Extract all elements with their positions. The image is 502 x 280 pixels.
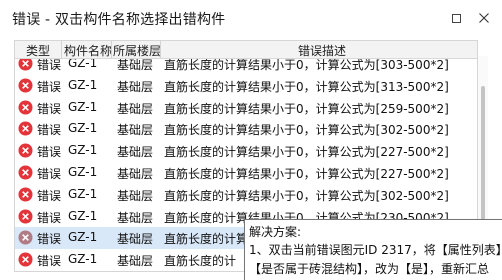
tooltip-line: 【是否属于砖混结构】，改为【是】，重新汇总 bbox=[249, 262, 490, 276]
maximize-button[interactable] bbox=[446, 8, 466, 28]
cell-floor: 基础层 bbox=[117, 145, 154, 160]
table-row[interactable]: 错误 GZ-1 基础层 直筋长度的计算结果小于0，计算公式为[227-500*2] bbox=[15, 162, 477, 184]
error-x-circle-icon bbox=[18, 252, 33, 267]
cell-component-name[interactable]: GZ-1 bbox=[68, 100, 97, 114]
cell-type: 错误 bbox=[37, 166, 62, 181]
title-bar: 错误 - 双击构件名称选择出错构件 bbox=[0, 0, 502, 36]
error-x-circle-icon bbox=[18, 121, 33, 136]
cell-description: 直筋长度的计算结果小于0，计算公式为[302-500*2] bbox=[164, 123, 449, 138]
column-header-description[interactable]: 错误描述 bbox=[298, 42, 346, 59]
cell-floor: 基础层 bbox=[117, 123, 154, 138]
cell-description: 直筋长度的计算结果小于0，计算公式为[227-500*2] bbox=[164, 145, 449, 160]
cell-floor: 基础层 bbox=[117, 79, 154, 94]
maximize-icon bbox=[451, 13, 461, 23]
cell-type: 错误 bbox=[37, 123, 62, 138]
cell-floor: 基础层 bbox=[117, 188, 154, 203]
cell-floor: 基础层 bbox=[117, 101, 154, 116]
cell-description: 直筋长度的计算结果小于0，计算公式为[302-500*2] bbox=[164, 188, 449, 203]
error-x-circle-icon bbox=[18, 143, 33, 158]
cell-description: 直筋长度的计算结果小于0，计算公式为[259-500*2] bbox=[164, 101, 449, 116]
column-divider[interactable] bbox=[111, 41, 112, 58]
column-divider[interactable] bbox=[61, 41, 62, 58]
error-x-circle-icon bbox=[18, 187, 33, 202]
cell-component-name[interactable]: GZ-1 bbox=[68, 121, 97, 135]
cell-type: 错误 bbox=[37, 79, 62, 94]
cell-floor: 基础层 bbox=[117, 254, 154, 269]
list-header: 类型 构件名称 所属楼层 错误描述 bbox=[15, 41, 477, 59]
column-header-type[interactable]: 类型 bbox=[26, 42, 50, 59]
column-header-name[interactable]: 构件名称 bbox=[64, 42, 112, 59]
table-row[interactable]: 错误 GZ-1 基础层 直筋长度的计算结果小于0，计算公式为[313-500*2] bbox=[15, 75, 477, 97]
cell-type: 错误 bbox=[37, 210, 62, 225]
table-row[interactable]: 错误 GZ-1 基础层 直筋长度的计算结果小于0，计算公式为[302-500*2] bbox=[15, 184, 477, 206]
cell-component-name[interactable]: GZ-1 bbox=[68, 230, 97, 244]
cell-component-name[interactable]: GZ-1 bbox=[68, 252, 97, 266]
cell-component-name[interactable]: GZ-1 bbox=[68, 209, 97, 223]
column-header-floor[interactable]: 所属楼层 bbox=[113, 42, 161, 59]
cell-type: 错误 bbox=[37, 101, 62, 116]
cell-component-name[interactable]: GZ-1 bbox=[68, 143, 97, 157]
close-icon bbox=[479, 13, 489, 23]
table-row[interactable]: 错误 GZ-1 基础层 直筋长度的计算结果小于0，计算公式为[259-500*2] bbox=[15, 97, 477, 119]
column-divider[interactable] bbox=[160, 41, 161, 58]
cell-component-name[interactable]: GZ-1 bbox=[68, 78, 97, 92]
cell-description: 直筋长度的计 bbox=[164, 254, 237, 269]
error-x-circle-icon bbox=[18, 209, 33, 224]
cell-type: 错误 bbox=[37, 232, 62, 247]
cell-floor: 基础层 bbox=[117, 166, 154, 181]
tooltip-title: 解决方案: bbox=[249, 225, 302, 239]
cell-component-name[interactable]: GZ-1 bbox=[68, 187, 97, 201]
cell-type: 错误 bbox=[37, 145, 62, 160]
scrollbar-thumb[interactable] bbox=[481, 86, 485, 236]
table-row[interactable]: 错误 GZ-1 基础层 直筋长度的计算结果小于0，计算公式为[227-500*2] bbox=[15, 140, 477, 162]
tooltip-line: 1、双击当前错误图元ID 2317，将【属性列表】 bbox=[249, 243, 502, 257]
cell-type: 错误 bbox=[37, 254, 62, 269]
table-row[interactable]: 错误 GZ-1 基础层 直筋长度的计算结果小于0，计算公式为[302-500*2] bbox=[15, 118, 477, 140]
cell-description: 直筋长度的计算结果小于0，计算公式为[227-500*2] bbox=[164, 166, 449, 181]
error-x-circle-icon bbox=[18, 165, 33, 180]
close-button[interactable] bbox=[474, 8, 494, 28]
solution-tooltip: 解决方案: 1、双击当前错误图元ID 2317，将【属性列表】 【是否属于砖混结… bbox=[244, 219, 502, 280]
error-x-circle-icon bbox=[18, 78, 33, 93]
cell-type: 错误 bbox=[37, 188, 62, 203]
cell-floor: 基础层 bbox=[117, 210, 154, 225]
error-dialog: 错误 - 双击构件名称选择出错构件 错误 GZ-1 基础层 直筋长度的计算结果小于0，… bbox=[0, 0, 502, 280]
error-x-circle-icon bbox=[18, 230, 33, 245]
window-title: 错误 - 双击构件名称选择出错构件 bbox=[12, 12, 226, 28]
error-x-circle-icon bbox=[18, 100, 33, 115]
cell-floor: 基础层 bbox=[117, 232, 154, 247]
cell-component-name[interactable]: GZ-1 bbox=[68, 165, 97, 179]
cell-description: 直筋长度的计算结果小于0，计算公式为[313-500*2] bbox=[164, 79, 449, 94]
